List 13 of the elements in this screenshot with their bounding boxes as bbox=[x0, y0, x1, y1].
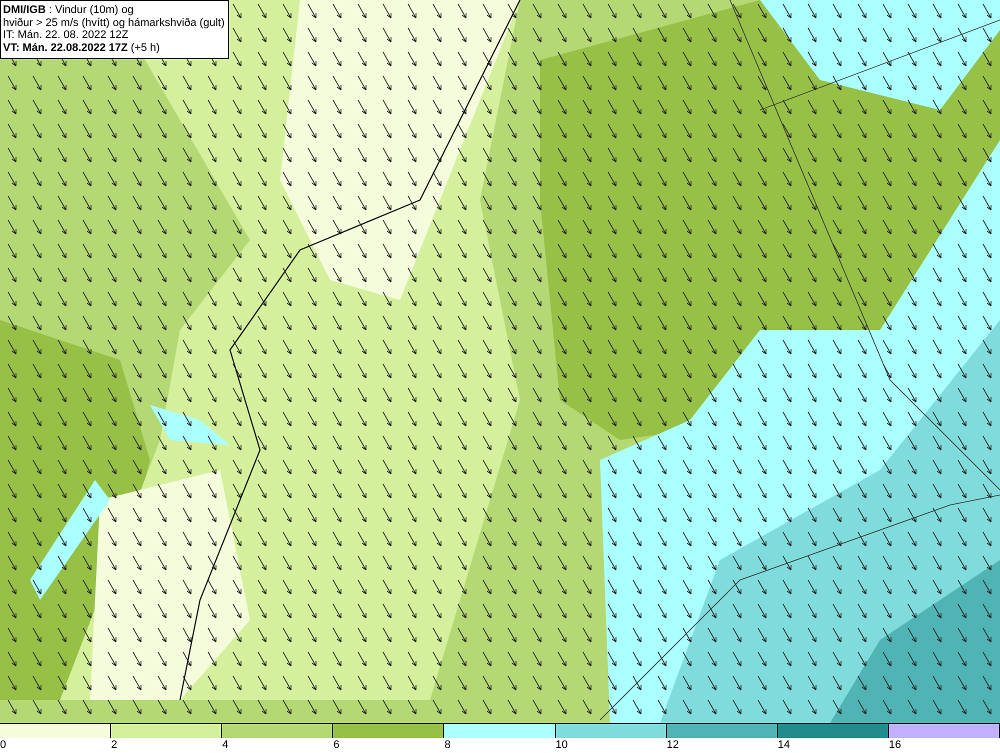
scale-label: 10 bbox=[556, 738, 568, 752]
header-text: IT: Mán. 22. 08. 2022 12Z bbox=[3, 29, 130, 42]
scale-label: 4 bbox=[222, 738, 228, 752]
scale-label: 12 bbox=[666, 738, 679, 752]
header-text: VT: Mán. 22.08.2022 17Z (+5 h) bbox=[3, 42, 161, 54]
header-text: hviður > 25 m/s (hvítt) og hámarkshviða (gult) bbox=[3, 16, 226, 30]
header-text: DMI/IGB : Vindur (10m) og bbox=[3, 4, 135, 17]
scale-label: 0 bbox=[0, 738, 6, 752]
scale-label: 8 bbox=[444, 738, 451, 752]
scale-label: 16 bbox=[888, 738, 902, 752]
scale-label: 6 bbox=[333, 738, 340, 752]
scale-label: 14 bbox=[778, 738, 790, 752]
scale-label: 2 bbox=[111, 738, 118, 752]
